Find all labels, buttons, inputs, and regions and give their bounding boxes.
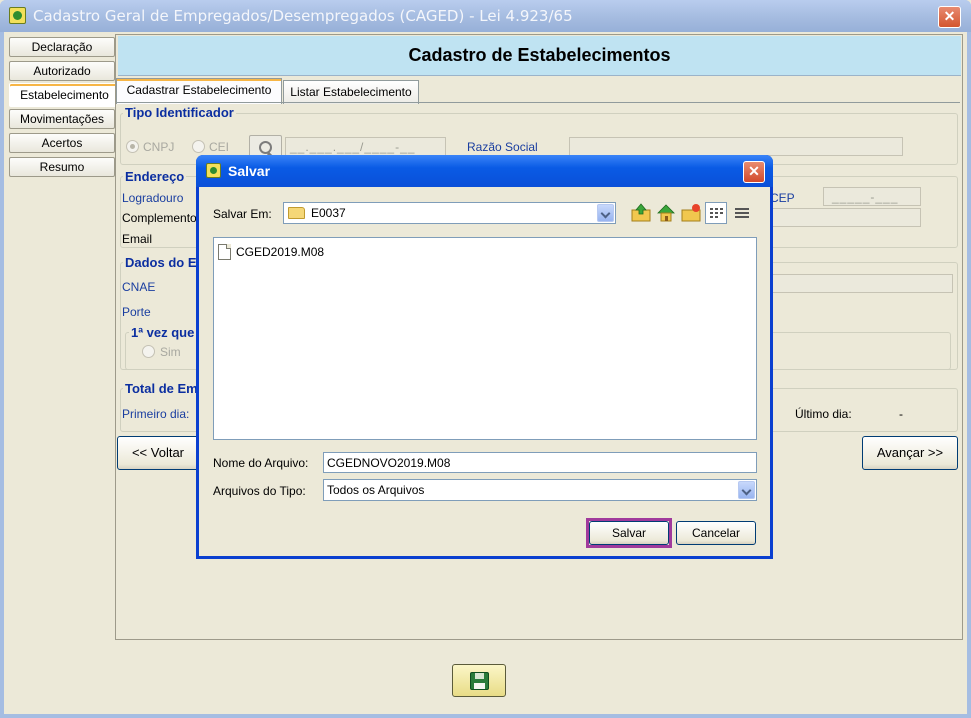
next-button[interactable]: Avançar >> [862,436,958,470]
primeiro-dia-label: Primeiro dia: [122,407,190,421]
salvar-em-value: E0037 [311,206,346,220]
sidebar-item-autorizado[interactable]: Autorizado [9,61,115,81]
folder-icon [288,207,305,219]
dialog-title: Salvar [228,163,271,179]
cep-mask: _____-___ [832,190,899,204]
cnpj-label: CNPJ [143,140,175,154]
home-icon[interactable] [655,202,677,224]
identifier-mask: __.___.___/____-__ [290,140,416,154]
details-view-icon[interactable] [731,202,753,224]
ultimo-dia-value: - [899,407,903,421]
dialog-close-button[interactable]: ✕ [743,161,765,183]
cei-label: CEI [209,140,230,154]
tab-listar-estabelecimento[interactable]: Listar Estabelecimento [283,80,419,104]
group-title-total: Total de Em [123,381,200,396]
group-title-tipo-identificador: Tipo Identificador [123,105,236,120]
caged-app-icon [206,163,221,178]
sim-label: Sim [160,345,181,359]
new-folder-icon[interactable] [680,202,702,224]
list-view-icon[interactable] [705,202,727,224]
cancel-button[interactable]: Cancelar [676,521,756,545]
back-button[interactable]: << Voltar [117,436,199,470]
file-name: CGED2019.M08 [236,245,325,259]
salvar-em-label: Salvar Em: [213,207,272,221]
identifier-field[interactable]: __.___.___/____-__ [285,137,446,156]
logradouro-label: Logradouro [122,191,184,205]
document-icon [218,244,231,260]
cnpj-radio[interactable] [126,140,139,153]
group-title-dados: Dados do E [123,255,199,270]
group-title-primeira-vez: 1ª vez que [129,325,197,340]
complemento-label: Complemento [122,211,197,225]
nome-arquivo-label: Nome do Arquivo: [213,456,309,470]
file-type-combo[interactable]: Todos os Arquivos [323,479,757,501]
tipo-arquivo-label: Arquivos do Tipo: [213,484,306,498]
sidebar-item-movimentacoes[interactable]: Movimentações [9,109,115,129]
complemento-field-right[interactable] [770,208,921,227]
cep-field[interactable]: _____-___ [823,187,921,206]
razao-social-label: Razão Social [467,140,538,154]
page-title: Cadastro de Estabelecimentos [408,45,671,65]
dialog-title-bar: Salvar ✕ [196,155,773,187]
up-folder-icon[interactable] [630,202,652,224]
razao-social-field[interactable] [569,137,903,156]
list-item[interactable]: CGED2019.M08 [217,243,337,261]
cnae-field-right[interactable] [770,274,953,293]
sidebar-item-acertos[interactable]: Acertos [9,133,115,153]
save-button[interactable]: Salvar [589,521,669,545]
cnae-label: CNAE [122,280,156,294]
ultimo-dia-label: Último dia: [795,407,852,421]
salvar-em-combo[interactable]: E0037 [283,202,616,224]
sidebar-item-resumo[interactable]: Resumo [9,157,115,177]
cei-radio[interactable] [192,140,205,153]
chevron-down-icon[interactable] [738,481,755,499]
sidebar-item-declaracao[interactable]: Declaração [9,37,115,57]
title-bar: Cadastro Geral de Empregados/Desempregad… [0,0,971,32]
save-button-main[interactable] [452,664,506,697]
porte-label: Porte [122,305,151,319]
window-close-button[interactable]: ✕ [938,6,961,28]
email-label: Email [122,232,153,246]
cep-label: CEP [770,191,795,205]
caged-app-icon [9,7,26,24]
window-title: Cadastro Geral de Empregados/Desempregad… [33,7,573,25]
group-title-endereco: Endereço [123,169,187,184]
sidebar-item-estabelecimento[interactable]: Estabelecimento [9,83,119,107]
file-list[interactable]: CGED2019.M08 [213,237,757,440]
page-header: Cadastro de Estabelecimentos [118,36,961,76]
chevron-down-icon[interactable] [597,204,614,222]
floppy-disk-icon [470,672,489,690]
file-name-input[interactable] [323,452,757,473]
sim-radio[interactable] [142,345,155,358]
tab-cadastrar-estabelecimento[interactable]: Cadastrar Estabelecimento [116,78,282,104]
file-type-value: Todos os Arquivos [327,483,425,497]
